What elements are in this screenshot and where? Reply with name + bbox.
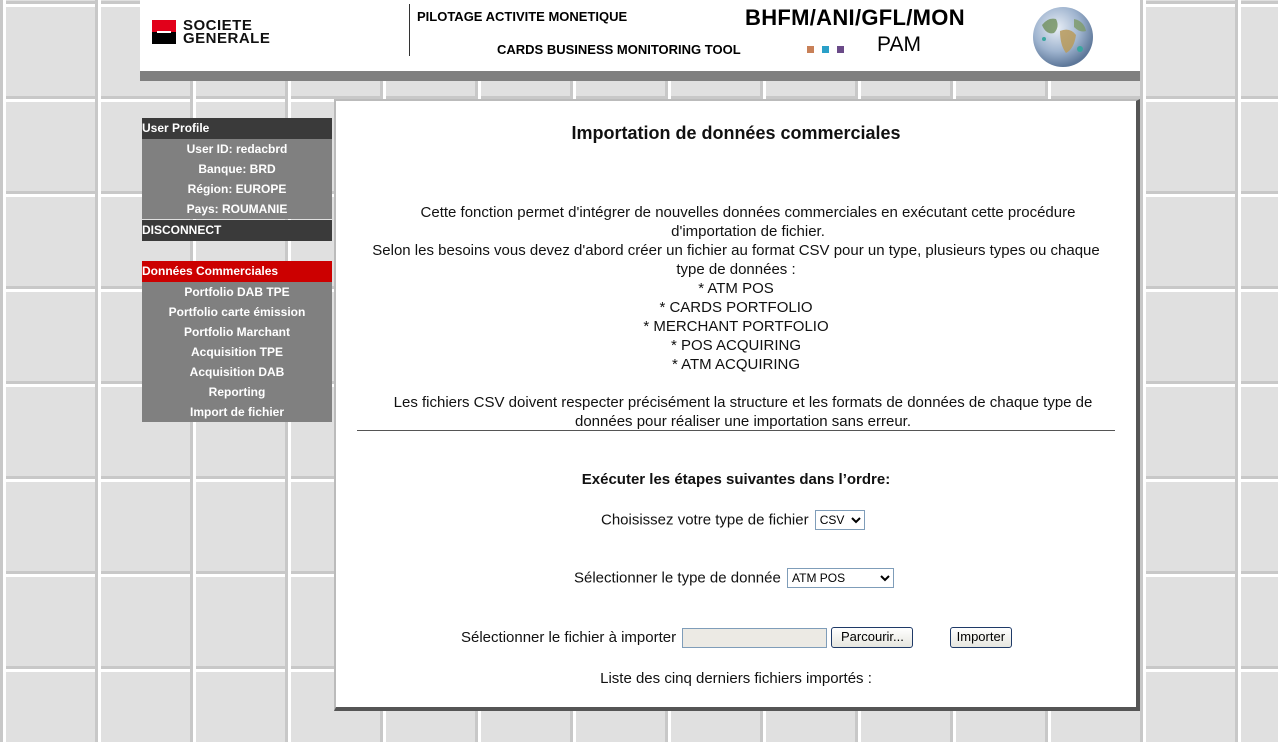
logo-mark-icon xyxy=(152,20,176,44)
dot-purple-icon xyxy=(837,46,844,53)
data-type-item: * ATM ACQUIRING xyxy=(671,356,801,373)
browse-button[interactable]: Parcourir... xyxy=(831,627,914,648)
file-path-input[interactable] xyxy=(682,627,828,648)
menu-item-portfolio-dab-tpe[interactable]: Portfolio DAB TPE xyxy=(142,282,332,302)
profile-country: Pays: ROUMANIE xyxy=(186,202,288,216)
donnees-commerciales-heading: Données Commerciales xyxy=(142,261,332,282)
data-type-label: Sélectionner le type de donnée xyxy=(574,569,781,587)
data-type-item: * ATM POS xyxy=(698,280,774,297)
header-app-short: PAM xyxy=(877,33,921,56)
page-title: Importation de données commerciales xyxy=(571,123,901,143)
data-type-item: * CARDS PORTFOLIO xyxy=(659,299,813,316)
data-type-item: * MERCHANT PORTFOLIO xyxy=(643,318,829,335)
intro-paragraph-1: Cette fonction permet d'intégrer de nouv… xyxy=(420,204,1076,240)
header-bottom-bar xyxy=(140,71,1140,81)
header-divider xyxy=(409,4,410,56)
menu-item-reporting[interactable]: Reporting xyxy=(142,382,332,402)
file-select-label: Sélectionner le fichier à importer xyxy=(461,629,677,646)
header-code: BHFM/ANI/GFL/MON xyxy=(745,5,965,30)
menu-item-acquisition-dab[interactable]: Acquisition DAB xyxy=(142,362,332,382)
logo-text: SOCIETE GENERALE xyxy=(183,17,271,47)
import-button[interactable]: Importer xyxy=(949,627,1013,648)
disconnect-link[interactable]: DISCONNECT xyxy=(142,220,332,241)
file-select-row: Sélectionner le fichier à importer Parco… xyxy=(461,627,1013,648)
last-files-label: Liste des cinq derniers fichiers importé… xyxy=(600,670,872,687)
profile-user-id: User ID: redacbrd xyxy=(186,142,288,156)
section-divider xyxy=(357,430,1115,431)
menu-item-portfolio-carte-emission[interactable]: Portfolio carte émission xyxy=(142,302,332,322)
app-header: SOCIETE GENERALE PILOTAGE ACTIVITE MONET… xyxy=(140,0,1140,71)
profile-bank: Banque: BRD xyxy=(198,162,276,176)
file-type-label: Choisissez votre type de fichier xyxy=(601,511,809,529)
profile-region: Région: EUROPE xyxy=(187,182,287,196)
header-title-fr: PILOTAGE ACTIVITE MONETIQUE xyxy=(417,9,628,24)
menu-item-acquisition-tpe[interactable]: Acquisition TPE xyxy=(142,342,332,362)
user-profile-heading: User Profile xyxy=(142,118,332,139)
file-type-select[interactable]: CSV xyxy=(814,510,865,530)
dot-orange-icon xyxy=(807,46,814,53)
intro-text: Cette fonction permet d'intégrer de nouv… xyxy=(358,203,1114,431)
data-type-row: Sélectionner le type de donnée ATM POS xyxy=(574,568,894,588)
header-title-en: CARDS BUSINESS MONITORING TOOL xyxy=(497,42,741,57)
user-profile-list: User ID: redacbrd Banque: BRD Région: EU… xyxy=(142,139,332,219)
intro-paragraph-3: Les fichiers CSV doivent respecter préci… xyxy=(393,394,1093,430)
data-type-item: * POS ACQUIRING xyxy=(670,337,802,354)
main-panel: Importation de données commerciales Cett… xyxy=(334,99,1140,711)
file-type-row: Choisissez votre type de fichier CSV xyxy=(601,510,865,530)
menu-item-portfolio-marchant[interactable]: Portfolio Marchant xyxy=(142,322,332,342)
data-type-select[interactable]: ATM POS xyxy=(787,568,894,588)
globe-icon xyxy=(1033,7,1093,67)
menu-item-import-de-fichier[interactable]: Import de fichier xyxy=(142,402,332,422)
donnees-commerciales-menu: Portfolio DAB TPE Portfolio carte émissi… xyxy=(142,282,332,422)
header-color-dots xyxy=(807,40,852,58)
intro-paragraph-2: Selon les besoins vous devez d'abord cré… xyxy=(372,242,1100,278)
dot-blue-icon xyxy=(822,46,829,53)
steps-heading: Exécuter les étapes suivantes dans l’ord… xyxy=(581,471,891,488)
